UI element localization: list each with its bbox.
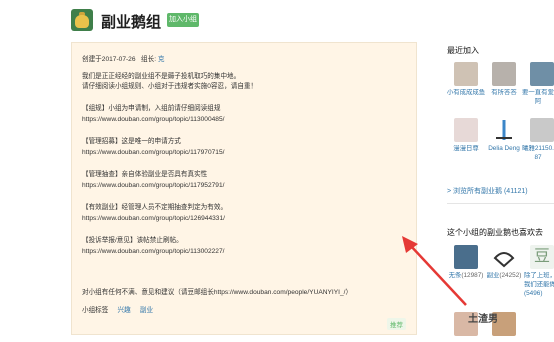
member-avatar[interactable] — [492, 118, 516, 142]
join-group-button[interactable]: 加入小组 — [167, 13, 199, 27]
created-date: 创建于2017-07-26 — [82, 56, 136, 63]
tag-interest[interactable]: 兴趣 — [118, 307, 131, 314]
feedback-line: 对小组有任何不满、意见和建议（请豆邮组长https://www.douban.c… — [82, 289, 353, 296]
member-avatar[interactable] — [492, 62, 516, 86]
douban-icon[interactable]: 豆 — [530, 245, 554, 269]
member-name[interactable]: 有所答答 — [484, 89, 524, 97]
report-section-link[interactable]: https://www.douban.com/group/topic/11300… — [82, 247, 224, 256]
group-title: 副业鹅组 — [101, 14, 162, 31]
related-group-avatar[interactable] — [492, 245, 516, 269]
member-name[interactable]: 漫漫日尊 — [446, 145, 486, 153]
intro-line-1: 我们是正正经经的副业组不是薅子投机取巧的集中地。 — [82, 73, 241, 80]
recruit-section-title: 【管理招募】这是唯一的申请方式 — [82, 138, 181, 145]
created-line: 创建于2017-07-26 组长: 克 — [82, 55, 164, 64]
group-icon — [71, 9, 93, 31]
related-groups-title: 这个小组的副业鹅也喜欢去 — [447, 228, 543, 237]
group-intro-panel: 创建于2017-07-26 组长: 克 我们是正正经经的副业组不是薅子投机取巧的… — [71, 42, 417, 335]
rule-section-title: 【组规】小组为申请制，入组前请仔细阅读组规 — [82, 105, 221, 112]
browse-all-members-link[interactable]: > 浏览所有副业鹅 (41121) — [447, 186, 528, 196]
member-name[interactable]: Delia Deng — [484, 145, 524, 153]
member-name-cont: 阿 — [534, 98, 542, 105]
watermark: 土渣男 — [468, 314, 498, 325]
related-group-name[interactable]: 除了上班， — [524, 272, 554, 280]
member-name[interactable]: 要一直有爱 — [522, 89, 554, 97]
divider — [447, 203, 554, 204]
check-section-title: 【管理抽查】亲自体验副业是否具有真实性 — [82, 171, 208, 178]
recruit-section-link[interactable]: https://www.douban.com/group/topic/11797… — [82, 148, 224, 157]
member-name-cont: 87 — [534, 154, 542, 161]
related-group-name[interactable]: 副业(24252) — [484, 272, 524, 280]
intro-line-2: 请仔细阅读小组规则、小组对于违规者实施0容忍，请自重！ — [82, 83, 258, 90]
owner-link[interactable]: 克 — [158, 56, 165, 63]
member-name[interactable]: 小有成成成鱼 — [446, 89, 486, 97]
member-avatar[interactable] — [454, 118, 478, 142]
tags-row: 小组标签 兴趣 副业 — [82, 306, 153, 315]
member-avatar[interactable] — [530, 62, 554, 86]
valid-section-title: 【有效副业】经管理人员不定期抽查判定为有效。 — [82, 204, 228, 211]
tags-label: 小组标签 — [82, 307, 109, 314]
related-group-avatar[interactable] — [454, 245, 478, 269]
related-group-count: (5496) — [524, 290, 543, 297]
member-avatar[interactable] — [530, 118, 554, 142]
recent-joined-title: 最近加入 — [447, 46, 479, 55]
check-section-link[interactable]: https://www.douban.com/group/topic/11795… — [82, 181, 224, 190]
member-name[interactable]: 曦雅21150. — [522, 145, 554, 153]
tag-side-job[interactable]: 副业 — [140, 307, 153, 314]
owner-label: 组长: — [141, 56, 157, 63]
recommend-button[interactable]: 推荐 — [387, 318, 406, 330]
member-avatar[interactable] — [454, 62, 478, 86]
rule-section-link[interactable]: https://www.douban.com/group/topic/11300… — [82, 115, 224, 124]
report-section-title: 【投诉举报/意见】该帖禁止刷帖。 — [82, 237, 183, 244]
related-group-name-cont: 我们还能做... — [524, 281, 554, 288]
related-group-name[interactable]: 无条(12987) — [444, 272, 488, 280]
valid-section-link[interactable]: https://www.douban.com/group/topic/12694… — [82, 214, 225, 223]
